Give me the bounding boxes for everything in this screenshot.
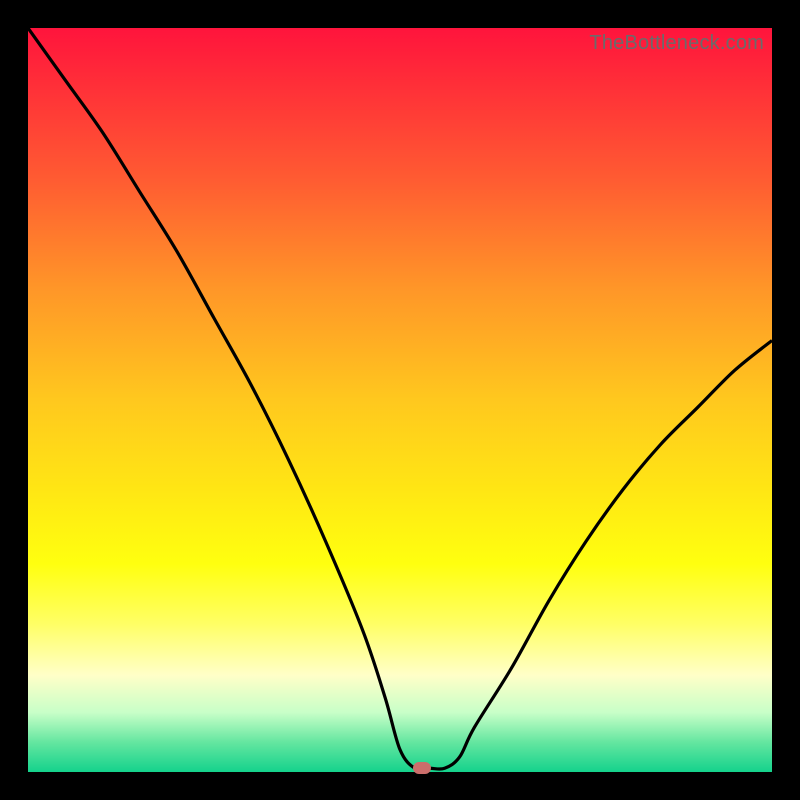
chart-frame: TheBottleneck.com — [0, 0, 800, 800]
bottleneck-curve-path — [28, 28, 772, 770]
curve-svg — [28, 28, 772, 772]
minimum-marker — [413, 762, 431, 774]
plot-area: TheBottleneck.com — [28, 28, 772, 772]
